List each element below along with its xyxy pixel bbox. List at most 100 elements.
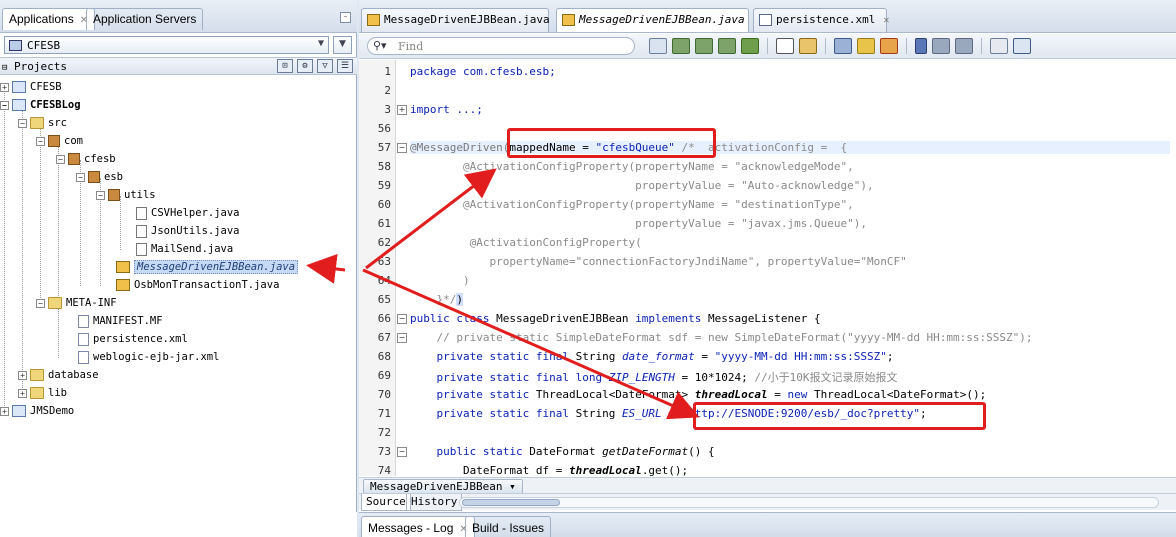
line-number: 2 — [384, 84, 391, 97]
editor-tab-label: persistence.xml — [776, 13, 876, 26]
application-menu-button[interactable]: ▼ — [333, 36, 352, 54]
diff-icon[interactable] — [1013, 38, 1031, 54]
line-number: 72 — [377, 426, 391, 439]
collapse-fold-icon[interactable]: − — [397, 143, 407, 153]
collapse-fold-icon[interactable]: − — [397, 447, 407, 457]
tree-item-utils[interactable]: − utils — [96, 186, 156, 204]
horizontal-scrollbar[interactable] — [459, 497, 1159, 508]
tree-item-persistence-xml[interactable]: persistence.xml — [78, 330, 188, 348]
clear-highlight-icon[interactable] — [880, 38, 898, 54]
tree-label: com — [64, 135, 83, 147]
tab-messages-log[interactable]: Messages - Log ✕ — [361, 516, 475, 537]
toolbar-separator — [825, 38, 826, 54]
code-braces-icon[interactable] — [649, 38, 667, 54]
tree-item-manifest[interactable]: MANIFEST.MF — [78, 312, 163, 330]
run-icon[interactable] — [741, 38, 759, 54]
next-edit-icon[interactable] — [695, 38, 713, 54]
tree-item-com[interactable]: − com — [36, 132, 83, 150]
minus-icon[interactable]: ⊟ — [2, 63, 7, 73]
breadcrumb-item[interactable]: MessageDrivenEJBBean ▾ — [363, 479, 523, 494]
tab-source[interactable]: Source — [361, 494, 411, 511]
projects-header[interactable]: ⊟ Projects ⊡ ⚙ ▽ ☰ — [0, 57, 357, 75]
tree-label: JMSDemo — [30, 405, 75, 417]
tree-item-esb[interactable]: − esb — [76, 168, 123, 186]
tab-history[interactable]: History — [406, 494, 463, 511]
sync-icon[interactable]: ⊡ — [277, 59, 293, 73]
previous-edit-icon[interactable] — [672, 38, 690, 54]
tree-item-messagedrivenejbbean[interactable]: MessageDrivenEJBBean.java — [116, 258, 299, 276]
tree-item-osbmontransactiont[interactable]: OsbMonTransactionT.java — [116, 276, 279, 294]
scrollbar-thumb[interactable] — [462, 499, 560, 506]
working-sets-icon[interactable]: ⚙ — [297, 59, 313, 73]
editor-tab-persistence[interactable]: persistence.xml ✕ — [753, 8, 889, 32]
collapse-icon[interactable]: − — [36, 298, 45, 308]
collapse-icon[interactable]: − — [0, 100, 9, 110]
toolbar-separator — [906, 38, 907, 54]
previous-bookmark-icon[interactable] — [932, 38, 950, 54]
folder-icon — [30, 387, 44, 399]
tab-applications[interactable]: Applications ✕ — [2, 8, 96, 30]
find-field[interactable]: ⚲▾ Find — [367, 37, 635, 55]
tree-label: cfesb — [84, 153, 116, 165]
line-number: 1 — [384, 65, 391, 78]
tab-label: Application Servers — [93, 12, 197, 26]
refresh-icon[interactable] — [718, 38, 736, 54]
toggle-comment-icon[interactable] — [834, 38, 852, 54]
tree-item-cfesb-package[interactable]: − cfesb — [56, 150, 116, 168]
tab-build-issues[interactable]: Build - Issues — [465, 516, 552, 537]
bookmark-icon[interactable] — [915, 38, 927, 54]
collapse-fold-icon[interactable]: − — [397, 314, 407, 324]
expand-icon[interactable]: + — [0, 82, 9, 92]
collapse-icon[interactable]: − — [36, 136, 45, 146]
collapse-icon[interactable]: − — [56, 154, 65, 164]
code-token: = — [661, 407, 682, 420]
tree-label: OsbMonTransactionT.java — [134, 279, 280, 291]
expand-icon[interactable]: + — [0, 406, 9, 416]
template-icon[interactable] — [799, 38, 817, 54]
fold-end-icon[interactable]: − — [397, 333, 407, 343]
tree-item-weblogic-ejb-jar[interactable]: weblogic-ejb-jar.xml — [78, 348, 219, 366]
collapse-icon[interactable]: − — [76, 172, 85, 182]
editor-tab-label: MessageDrivenEJBBean.java — [384, 13, 550, 26]
code-line: @ActivationConfigProperty(propertyName =… — [410, 160, 854, 173]
document-icon[interactable] — [776, 38, 794, 54]
navigator-display-options-icon[interactable]: ☰ — [337, 59, 353, 73]
tree-item-lib[interactable]: + lib — [18, 384, 67, 402]
filter-icon[interactable]: ▽ — [317, 59, 333, 73]
close-icon[interactable]: ✕ — [883, 15, 889, 26]
code-token: //小于10K报文记录原始报文 — [754, 371, 898, 384]
minimize-icon[interactable]: – — [340, 12, 351, 23]
tree-item-cfesblog[interactable]: − CFESBLog — [0, 96, 81, 114]
line-number: 74 — [377, 464, 391, 477]
collapse-icon[interactable]: − — [96, 190, 105, 200]
editor-tab-messagedriven-1[interactable]: MessageDrivenEJBBean.java — [361, 8, 550, 32]
highlight-icon[interactable] — [857, 38, 875, 54]
next-bookmark-icon[interactable] — [955, 38, 973, 54]
tree-item-mailsend[interactable]: MailSend.java — [136, 240, 233, 258]
format-lines-icon[interactable] — [990, 38, 1008, 54]
tree-item-database[interactable]: + database — [18, 366, 99, 384]
tree-item-cfesb[interactable]: + CFESB — [0, 78, 62, 96]
bean-file-icon — [116, 261, 130, 273]
collapse-icon[interactable]: − — [18, 118, 27, 128]
expand-icon[interactable]: + — [18, 370, 27, 380]
application-selector[interactable]: CFESB ▼ — [4, 36, 329, 54]
line-number: 62 — [377, 236, 391, 249]
log-panel-tabs: Messages - Log ✕ Build - Issues — [359, 512, 1176, 537]
tab-application-servers[interactable]: Application Servers — [86, 8, 204, 30]
expand-fold-icon[interactable]: + — [397, 105, 407, 115]
tree-item-jsonutils[interactable]: JsonUtils.java — [136, 222, 240, 240]
tree-item-csvhelper[interactable]: CSVHelper.java — [136, 204, 240, 222]
package-icon — [88, 171, 100, 183]
package-icon — [68, 153, 80, 165]
code-line: DateFormat df = threadLocal.get(); — [410, 464, 688, 476]
tree-item-jmsdemo[interactable]: + JMSDemo — [0, 402, 74, 420]
breadcrumb[interactable]: MessageDrivenEJBBean ▾ — [359, 477, 1176, 494]
tree-item-meta-inf[interactable]: − META-INF — [36, 294, 117, 312]
bean-file-icon — [367, 14, 380, 26]
editor-tab-messagedriven-2[interactable]: MessageDrivenEJBBean.java✕ — [556, 8, 759, 32]
tree-item-src[interactable]: − src — [18, 114, 67, 132]
expand-icon[interactable]: + — [18, 388, 27, 398]
